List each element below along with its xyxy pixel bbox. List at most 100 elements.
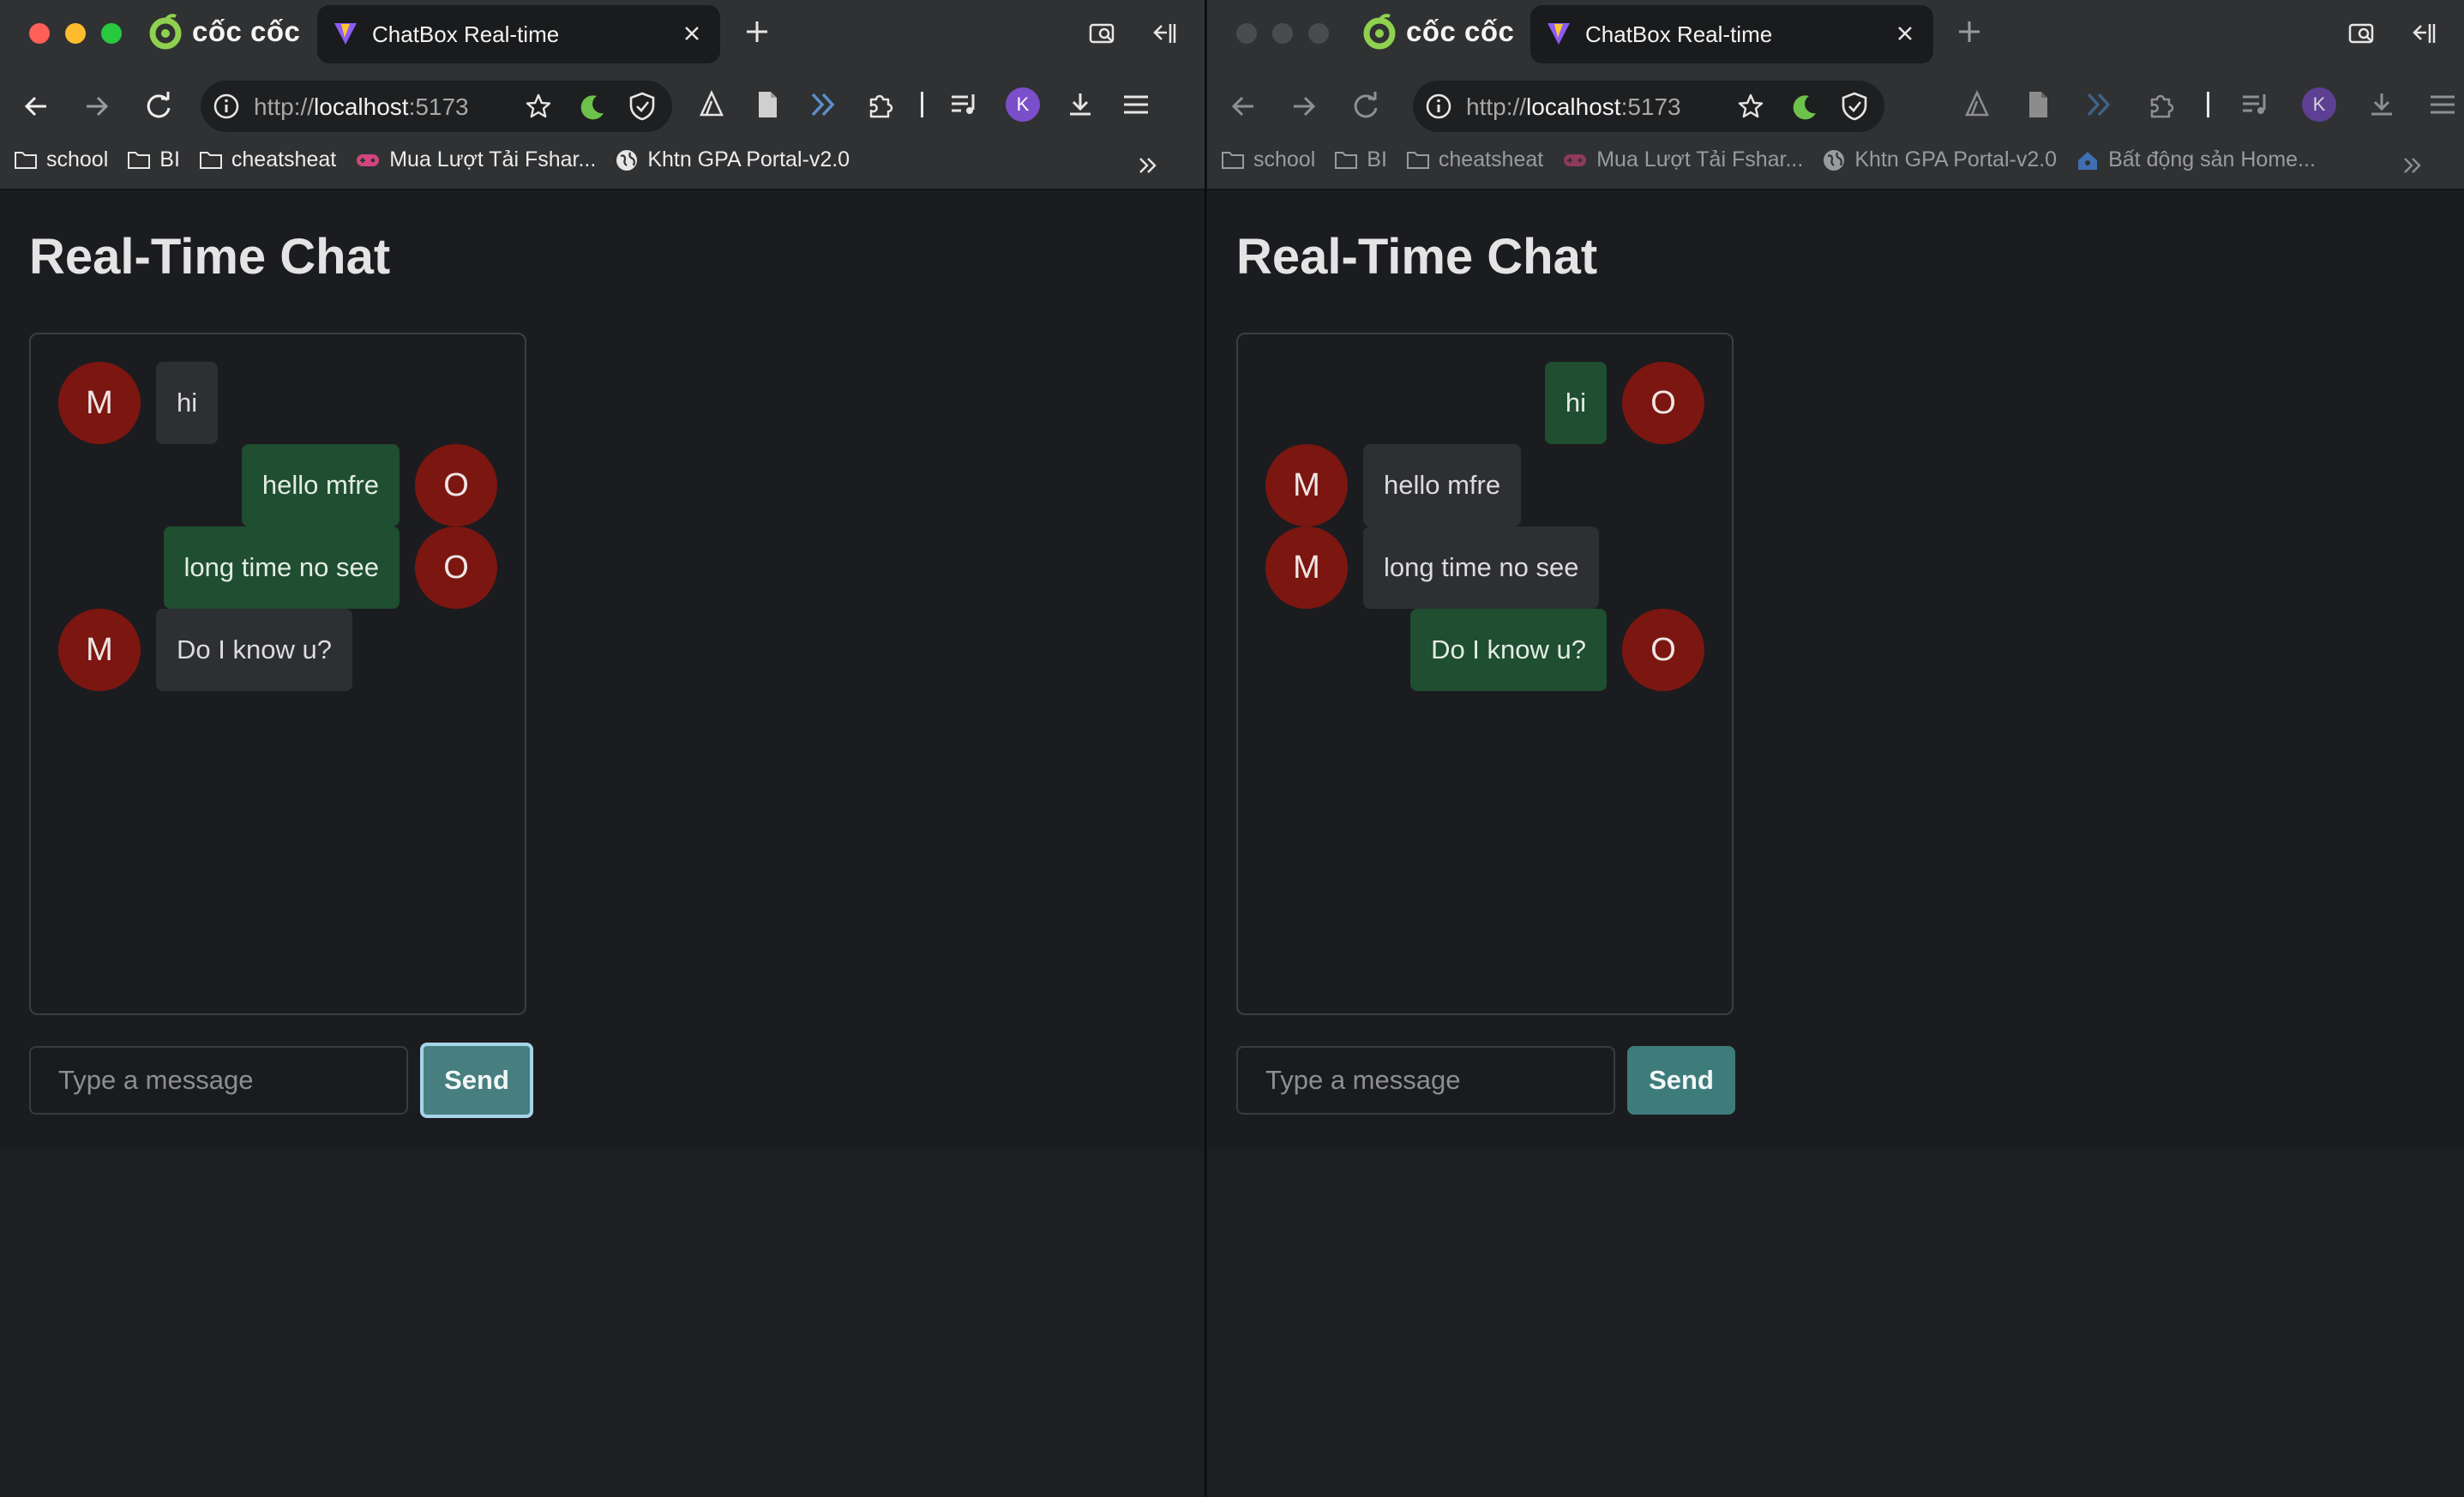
- dark-mode-moon-icon[interactable]: [1790, 93, 1819, 122]
- puzzle-extensions-icon[interactable]: [864, 89, 895, 120]
- bookmark-label: cheatsheat: [231, 147, 337, 171]
- media-playlist-icon[interactable]: [2240, 91, 2271, 118]
- new-tab-icon[interactable]: [742, 17, 772, 46]
- address-bar[interactable]: http://localhost:5173: [201, 81, 672, 132]
- message-input[interactable]: [1236, 1046, 1615, 1115]
- gamepad-icon: [1564, 153, 1587, 166]
- bookmark-label: school: [1253, 147, 1316, 171]
- bookmark-fshare[interactable]: Mua Lượt Tải Fshar...: [1562, 147, 1803, 172]
- double-chevron-extension-icon[interactable]: [808, 90, 838, 119]
- tab-chatbox[interactable]: ChatBox Real-time: [317, 5, 720, 63]
- send-button[interactable]: Send: [420, 1043, 533, 1118]
- globe-icon: [616, 149, 638, 171]
- folder-icon: [128, 151, 151, 169]
- more-bookmarks-chevron-icon[interactable]: [1138, 156, 1158, 175]
- address-bar[interactable]: http://localhost:5173: [1413, 81, 1884, 132]
- chat-message: M Do I know u?: [58, 609, 497, 691]
- download-icon[interactable]: [1066, 90, 1095, 119]
- hamburger-menu-icon[interactable]: [2427, 92, 2458, 117]
- minimize-window-button[interactable]: [65, 23, 86, 44]
- extension-a-icon[interactable]: [696, 89, 727, 120]
- bookmark-label: cheatsheat: [1438, 147, 1544, 171]
- close-window-button[interactable]: [1236, 23, 1257, 44]
- bookmarks-list: school BI cheatsheat Mua Lượt Tải Fshar.…: [1221, 147, 2316, 172]
- url-text[interactable]: http://localhost:5173: [254, 93, 469, 121]
- message-bubble: Do I know u?: [156, 609, 352, 691]
- bookmark-folder-bi[interactable]: BI: [127, 147, 180, 172]
- more-bookmarks-chevron-icon[interactable]: [2402, 156, 2423, 175]
- page-title: Real-Time Chat: [1236, 229, 1598, 285]
- search-tabs-icon[interactable]: [1088, 19, 1117, 48]
- profile-avatar[interactable]: K: [2302, 87, 2336, 122]
- new-tab-icon[interactable]: [1955, 17, 1984, 46]
- bookmark-star-icon[interactable]: [525, 93, 552, 120]
- hamburger-menu-icon[interactable]: [1121, 92, 1151, 117]
- browser-logo: cốc cốc: [147, 14, 300, 50]
- reload-icon[interactable]: [1349, 89, 1383, 123]
- url-text[interactable]: http://localhost:5173: [1466, 93, 1681, 121]
- forward-arrow-icon[interactable]: [80, 89, 114, 123]
- browser-toolbar: http://localhost:5173 K: [1207, 69, 2464, 142]
- back-arrow-icon[interactable]: [19, 89, 53, 123]
- bookmark-folder-bi[interactable]: BI: [1334, 147, 1387, 172]
- bookmarks-bar: school BI cheatsheat Mua Lượt Tải Fshar.…: [0, 142, 1205, 190]
- message-bubble: hi: [156, 362, 219, 444]
- double-chevron-extension-icon[interactable]: [2083, 90, 2114, 119]
- bookmark-folder-cheatsheat[interactable]: cheatsheat: [199, 147, 336, 172]
- bookmark-folder-school[interactable]: school: [1221, 147, 1315, 172]
- globe-icon: [1824, 149, 1845, 171]
- forward-arrow-icon[interactable]: [1287, 89, 1321, 123]
- close-tab-icon[interactable]: [1894, 22, 1916, 45]
- message-bubble: hello mfre: [241, 444, 400, 526]
- bookmark-label: Khtn GPA Portal-v2.0: [1854, 147, 2058, 171]
- message-bubble: hi: [1544, 362, 1607, 444]
- chat-message: hi O: [1265, 362, 1704, 444]
- site-info-icon[interactable]: [1425, 93, 1452, 120]
- bookmark-folder-school[interactable]: school: [14, 147, 108, 172]
- extension-a-icon[interactable]: [1962, 89, 1992, 120]
- download-icon[interactable]: [2367, 90, 2396, 119]
- reload-icon[interactable]: [141, 89, 176, 123]
- sidebar-toggle-icon[interactable]: [1150, 19, 1179, 48]
- message-bubble: Do I know u?: [1410, 609, 1607, 691]
- bookmarks-list: school BI cheatsheat Mua Lượt Tải Fshar.…: [14, 147, 850, 172]
- tab-strip-actions: [1088, 19, 1179, 48]
- bookmark-star-icon[interactable]: [1737, 93, 1764, 120]
- puzzle-extensions-icon[interactable]: [2145, 89, 2176, 120]
- sidebar-toggle-icon[interactable]: [2409, 19, 2438, 48]
- chat-message: Mhello mfre: [1265, 444, 1704, 526]
- bookmark-khtn-gpa[interactable]: Khtn GPA Portal-v2.0: [615, 147, 850, 172]
- dark-mode-moon-icon[interactable]: [578, 93, 607, 122]
- bookmark-label: school: [46, 147, 109, 171]
- site-info-icon[interactable]: [213, 93, 240, 120]
- back-arrow-icon[interactable]: [1226, 89, 1260, 123]
- bookmark-fshare[interactable]: Mua Lượt Tải Fshar...: [355, 147, 596, 172]
- minimize-window-button[interactable]: [1272, 23, 1293, 44]
- browser-brand-text: cốc cốc: [192, 15, 301, 47]
- tab-chatbox[interactable]: ChatBox Real-time: [1530, 5, 1933, 63]
- maximize-window-button[interactable]: [101, 23, 122, 44]
- media-playlist-icon[interactable]: [949, 91, 980, 118]
- house-icon: [2078, 151, 2098, 170]
- sender-avatar: M: [58, 362, 141, 444]
- sender-avatar: O: [1622, 609, 1704, 691]
- document-extension-icon[interactable]: [753, 89, 782, 120]
- bookmark-bat-dong-san[interactable]: Bất động sản Home...: [2076, 147, 2316, 172]
- document-extension-icon[interactable]: [2023, 89, 2052, 120]
- message-input[interactable]: [29, 1046, 408, 1115]
- profile-avatar[interactable]: K: [1006, 87, 1040, 122]
- chat-message: hello mfre O: [58, 444, 497, 526]
- chat-messages-panel[interactable]: hi O Mhello mfre Mlong time no see Do I know…: [1236, 333, 1734, 1015]
- close-tab-icon[interactable]: [681, 22, 703, 45]
- bookmark-folder-cheatsheat[interactable]: cheatsheat: [1406, 147, 1543, 172]
- search-tabs-icon[interactable]: [2347, 19, 2377, 48]
- bookmark-khtn-gpa[interactable]: Khtn GPA Portal-v2.0: [1822, 147, 2057, 172]
- chat-messages-panel[interactable]: Mhi hello mfre Olong time no see O M Do I kno…: [29, 333, 526, 1015]
- adblock-shield-icon[interactable]: [1840, 91, 1869, 122]
- browser-brand-text: cốc cốc: [1406, 15, 1515, 47]
- close-window-button[interactable]: [29, 23, 50, 44]
- tab-title: ChatBox Real-time: [1585, 21, 1773, 47]
- maximize-window-button[interactable]: [1308, 23, 1329, 44]
- adblock-shield-icon[interactable]: [628, 91, 657, 122]
- send-button[interactable]: Send: [1627, 1046, 1735, 1115]
